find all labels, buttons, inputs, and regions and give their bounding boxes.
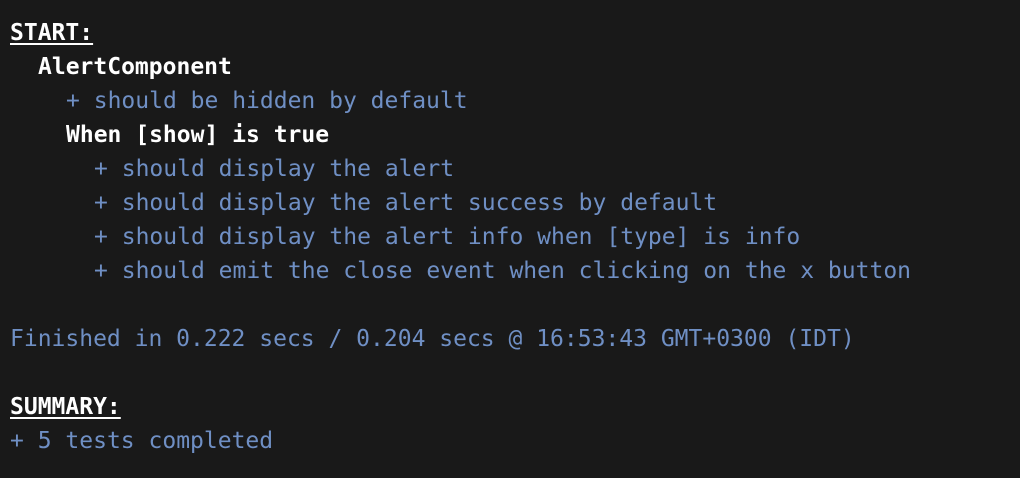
summary-text: 5 tests completed — [37, 428, 274, 454]
suite-name: AlertComponent — [38, 54, 232, 80]
spec-line: + should be hidden by default — [10, 84, 1010, 118]
spec-line: + should emit the close event when click… — [10, 254, 1010, 288]
pass-marker: + — [94, 156, 108, 182]
finished-line: Finished in 0.222 secs / 0.204 secs @ 16… — [10, 326, 855, 352]
spec-text: should be hidden by default — [93, 88, 468, 114]
spec-text: should emit the close event when clickin… — [121, 258, 912, 284]
summary-line: + 5 tests completed — [10, 424, 1010, 458]
pass-marker: + — [94, 190, 108, 216]
spec-line: + should display the alert info when [ty… — [10, 220, 1010, 254]
pass-marker: + — [66, 88, 80, 114]
nested-suite-name: When [show] is true — [66, 122, 330, 148]
spec-line: + should display the alert — [10, 152, 1010, 186]
summary-heading: SUMMARY: — [10, 394, 121, 420]
start-heading: START: — [10, 20, 94, 46]
pass-marker: + — [10, 428, 24, 454]
terminal-output: START: AlertComponent + should be hidden… — [0, 0, 1020, 478]
spec-text: should display the alert — [121, 156, 455, 182]
pass-marker: + — [94, 258, 108, 284]
pass-marker: + — [94, 224, 108, 250]
spec-line: + should display the alert success by de… — [10, 186, 1010, 220]
spec-text: should display the alert info when [type… — [121, 224, 801, 250]
spec-text: should display the alert success by defa… — [121, 190, 718, 216]
